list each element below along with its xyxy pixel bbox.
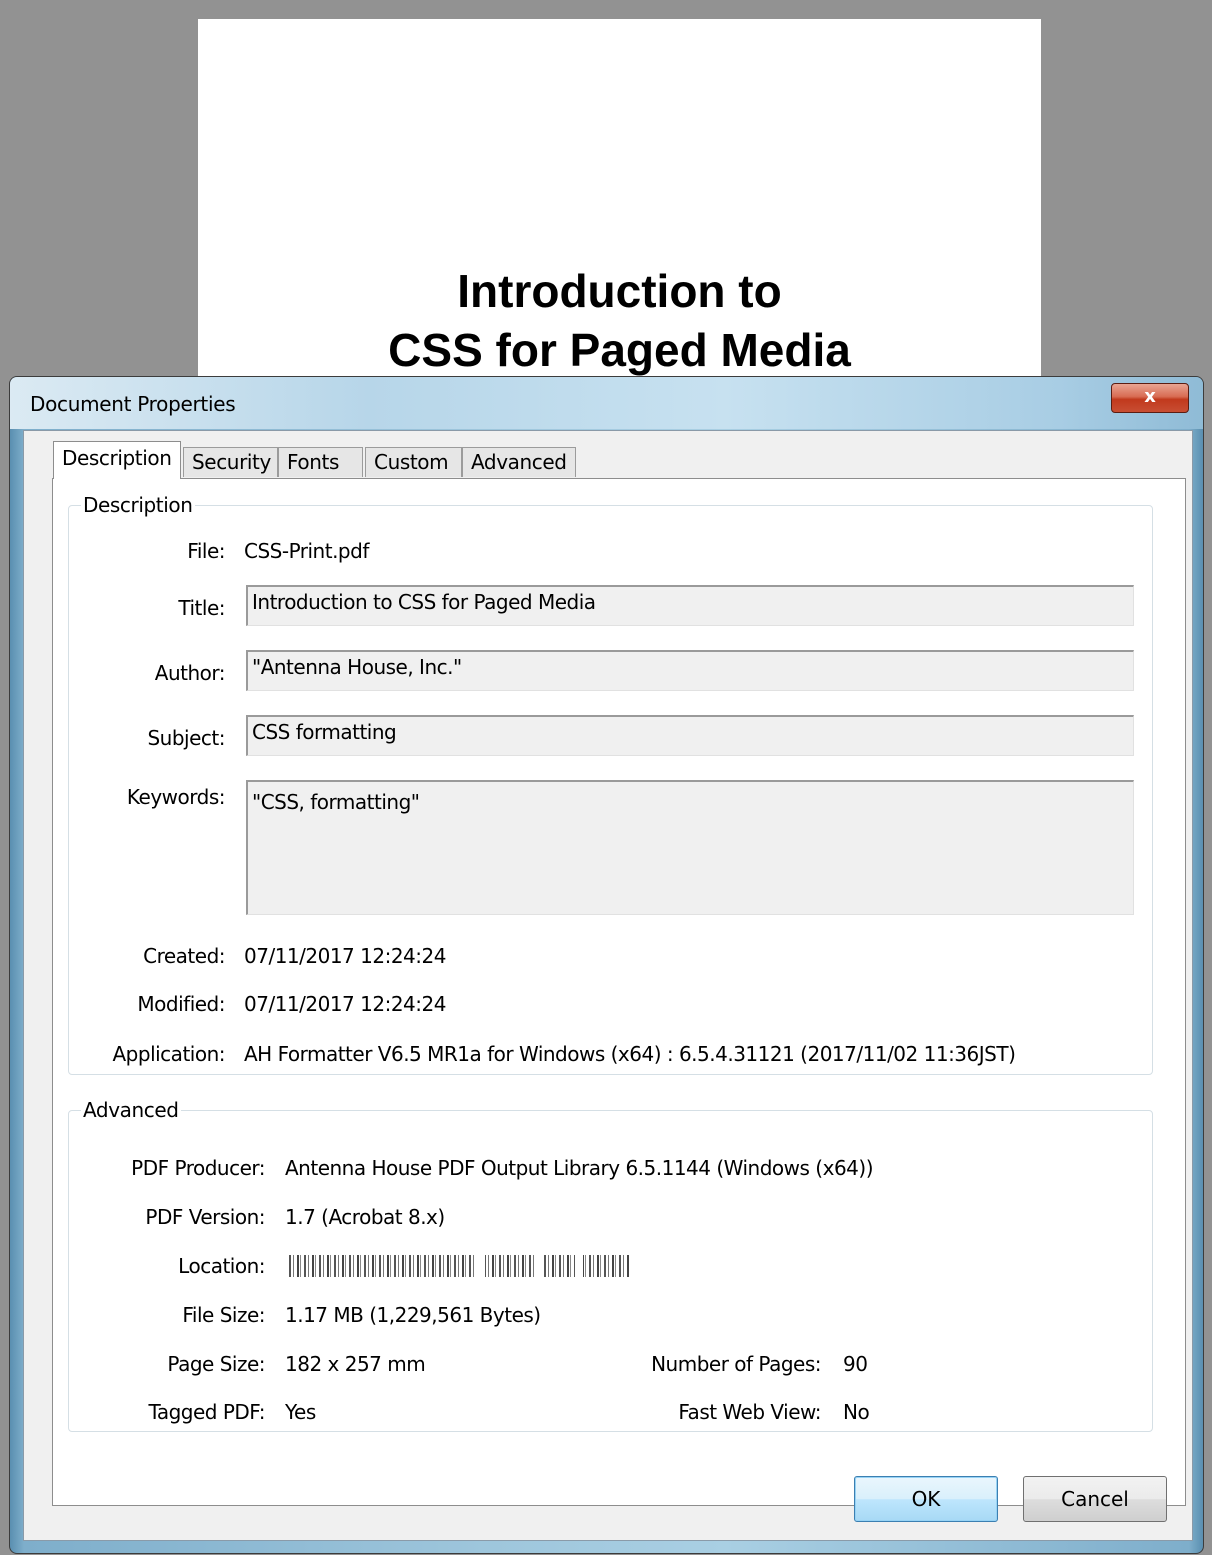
author-field[interactable]: "Antenna House, Inc." — [246, 650, 1134, 691]
pdf-page-preview: Introduction to CSS for Paged Media — [198, 19, 1041, 389]
tab-fonts[interactable]: Fonts — [278, 447, 363, 477]
tagged-pdf-label: Tagged PDF: — [148, 1400, 265, 1424]
keywords-label: Keywords: — [126, 785, 226, 809]
keywords-field[interactable]: "CSS, formatting" — [246, 780, 1134, 915]
close-icon: x — [1144, 386, 1156, 407]
tab-label: Custom — [374, 450, 449, 474]
tab-label: Fonts — [287, 450, 339, 474]
tab-label: Advanced — [471, 450, 567, 474]
page-size-value: 182 x 257 mm — [285, 1352, 426, 1376]
pdf-producer-label: PDF Producer: — [131, 1156, 265, 1180]
number-of-pages-label: Number of Pages: — [651, 1352, 821, 1376]
pdf-version-label: PDF Version: — [145, 1205, 265, 1229]
file-label: File: — [187, 539, 225, 563]
tab-custom[interactable]: Custom — [365, 447, 462, 477]
tab-label: Security — [192, 450, 271, 474]
created-label: Created: — [143, 944, 225, 968]
tagged-pdf-value: Yes — [285, 1400, 316, 1424]
dialog-client-area: Description Security Fonts Custom Advanc… — [23, 430, 1193, 1541]
ok-button-label: OK — [911, 1487, 941, 1511]
close-button[interactable]: x — [1111, 383, 1189, 413]
pdf-page-title-line2: CSS for Paged Media — [388, 324, 851, 376]
tab-advanced[interactable]: Advanced — [462, 447, 576, 477]
location-value-redacted — [289, 1255, 629, 1277]
dialog-titlebar[interactable]: Document Properties x — [10, 377, 1203, 429]
application-value: AH Formatter V6.5 MR1a for Windows (x64)… — [244, 1042, 1016, 1066]
description-tab-panel: Description File: CSS-Print.pdf Title: I… — [52, 478, 1186, 1506]
subject-field[interactable]: CSS formatting — [246, 715, 1134, 756]
file-size-value: 1.17 MB (1,229,561 Bytes) — [285, 1303, 541, 1327]
title-label: Title: — [178, 596, 225, 620]
author-label: Author: — [154, 661, 226, 685]
fast-web-view-value: No — [843, 1400, 870, 1424]
file-size-label: File Size: — [182, 1303, 265, 1327]
application-label: Application: — [112, 1042, 226, 1066]
cancel-button-label: Cancel — [1061, 1487, 1129, 1511]
document-properties-dialog: Document Properties x Description Securi… — [9, 376, 1204, 1554]
modified-value: 07/11/2017 12:24:24 — [244, 992, 446, 1016]
tab-security[interactable]: Security — [183, 447, 278, 477]
modified-label: Modified: — [137, 992, 225, 1016]
cancel-button[interactable]: Cancel — [1023, 1476, 1167, 1522]
pdf-version-value: 1.7 (Acrobat 8.x) — [285, 1205, 445, 1229]
ok-button[interactable]: OK — [854, 1476, 998, 1522]
pdf-page-title-line1: Introduction to — [457, 265, 782, 317]
tab-description[interactable]: Description — [53, 441, 181, 479]
created-value: 07/11/2017 12:24:24 — [244, 944, 446, 968]
pdf-page-title: Introduction to CSS for Paged Media — [198, 262, 1041, 380]
description-section-label: Description — [83, 493, 193, 517]
title-field[interactable]: Introduction to CSS for Paged Media — [246, 585, 1134, 626]
tab-label: Description — [62, 446, 172, 470]
pdf-producer-value: Antenna House PDF Output Library 6.5.114… — [285, 1156, 874, 1180]
page-size-label: Page Size: — [167, 1352, 265, 1376]
location-label: Location: — [178, 1254, 265, 1278]
fast-web-view-label: Fast Web View: — [678, 1400, 821, 1424]
advanced-section-label: Advanced — [83, 1098, 179, 1122]
number-of-pages-value: 90 — [843, 1352, 868, 1376]
subject-label: Subject: — [147, 726, 225, 750]
dialog-title: Document Properties — [30, 392, 236, 416]
file-value: CSS-Print.pdf — [244, 539, 369, 563]
